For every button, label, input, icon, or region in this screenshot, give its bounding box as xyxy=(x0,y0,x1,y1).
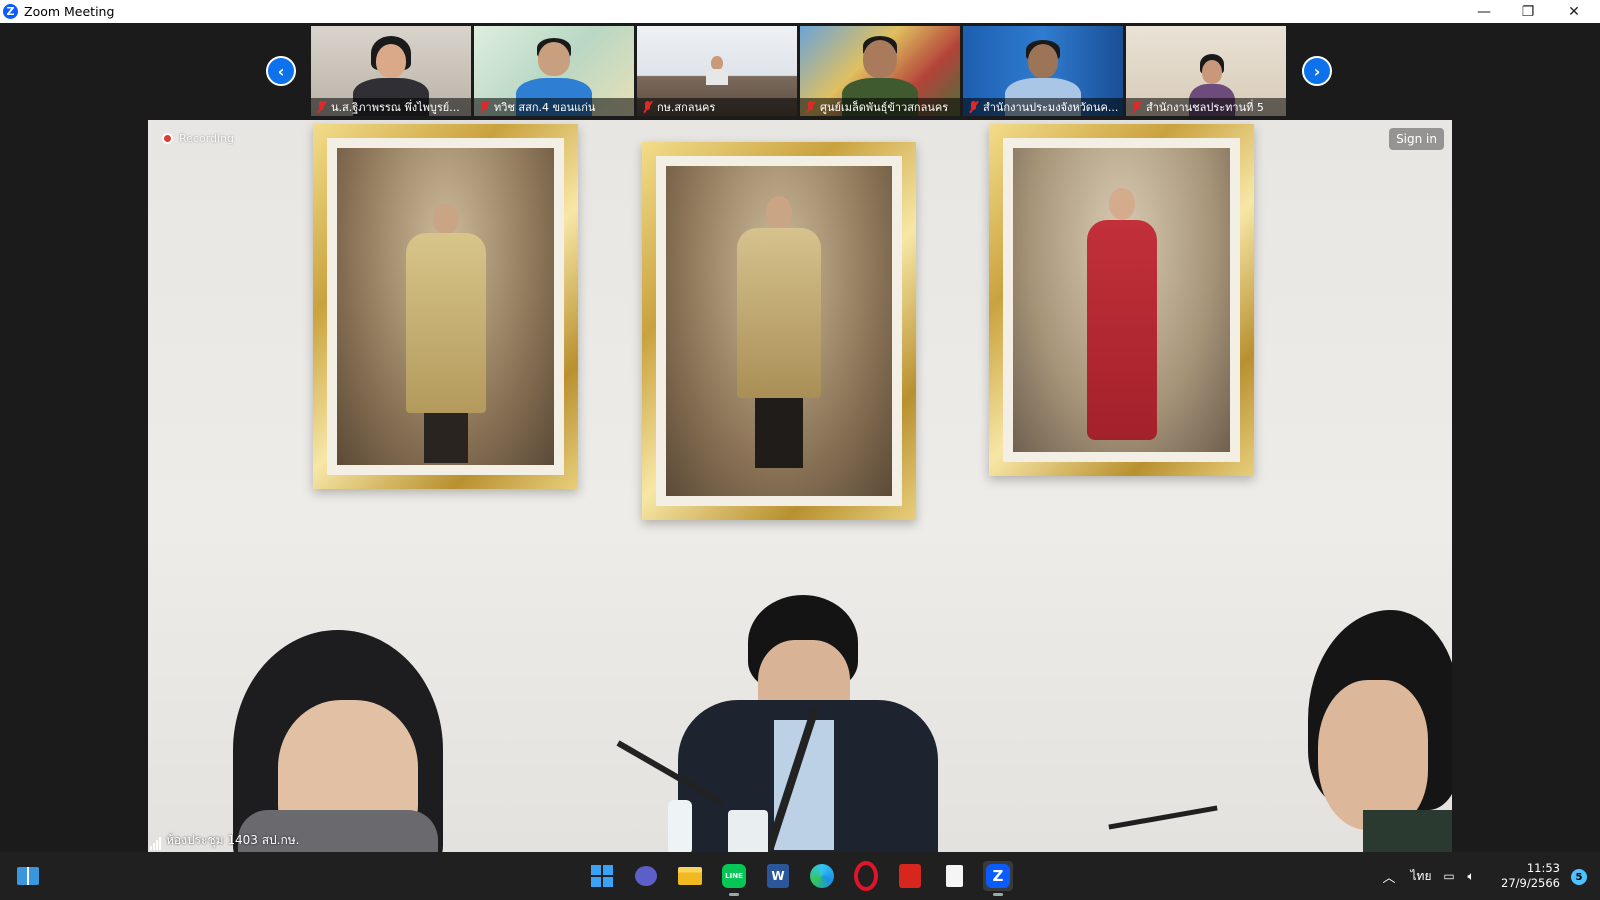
recording-dot-icon xyxy=(162,133,173,144)
participant-strip: น.ส.ฐิภาพรรณ พึ่งไพบูรย์... ทวิช สสก.4 ข… xyxy=(311,26,1286,116)
participant-tile[interactable]: กษ.สกลนคร xyxy=(637,26,797,116)
zoom-taskbar-icon[interactable]: Z xyxy=(983,861,1013,896)
participant-name-bar: ทวิช สสก.4 ขอนแก่น xyxy=(474,98,634,116)
participant-name-bar: น.ส.ฐิภาพรรณ พึ่งไพบูรย์... xyxy=(311,98,471,116)
participant-tile[interactable]: ศูนย์เมล็ดพันธุ์ข้าวสกลนคร xyxy=(800,26,960,116)
meeting-area: ‹ น.ส.ฐิภาพรรณ พึ่งไพบูรย์... ทวิช สสก.4… xyxy=(0,23,1600,852)
notepad-icon[interactable] xyxy=(939,861,969,891)
room-name: ห้องประชุม 1403 สป.กษ. xyxy=(166,833,300,847)
network-icon[interactable]: ▭ xyxy=(1438,869,1460,883)
water-bottle xyxy=(668,800,692,852)
participant-name-bar: กษ.สกลนคร xyxy=(637,98,797,116)
mic-muted-icon xyxy=(642,101,653,113)
participant-name-bar: ศูนย์เมล็ดพันธุ์ข้าวสกลนคร xyxy=(800,98,960,116)
participant-name: สำนักงานชลประทานที่ 5 xyxy=(1146,101,1264,114)
edge-icon[interactable] xyxy=(807,861,837,891)
participant-name: ทวิช สสก.4 ขอนแก่น xyxy=(494,101,596,114)
recording-indicator: Recording xyxy=(162,132,234,145)
participant-tile[interactable]: น.ส.ฐิภาพรรณ พึ่งไพบูรย์... xyxy=(311,26,471,116)
chevron-right-icon: › xyxy=(1313,61,1321,81)
participant-name: กษ.สกลนคร xyxy=(657,101,716,114)
opera-icon[interactable] xyxy=(851,861,881,891)
gallery-next-button[interactable]: › xyxy=(1302,56,1332,86)
close-button[interactable]: ✕ xyxy=(1552,0,1596,23)
volume-icon[interactable]: 🔈︎ xyxy=(1460,869,1482,884)
windows-taskbar: LINE W Z ︿ ไทย ▭ 🔈︎ 11:53 27/9/2566 5 xyxy=(0,852,1600,900)
participant-name-bar: สำนักงานประมงจังหวัดนค... xyxy=(963,98,1123,116)
participant-tile[interactable]: สำนักงานชลประทานที่ 5 xyxy=(1126,26,1286,116)
active-speaker-video: Recording Sign in ห้องประชุม 1403 สป.กษ. xyxy=(148,120,1452,852)
clock-date: 27/9/2566 xyxy=(1501,876,1560,890)
active-speaker-name: ห้องประชุม 1403 สป.กษ. xyxy=(150,831,299,850)
widgets-icon[interactable] xyxy=(13,861,43,891)
participant-name: ศูนย์เมล็ดพันธุ์ข้าวสกลนคร xyxy=(820,101,949,114)
sign-in-button[interactable]: Sign in xyxy=(1389,128,1444,150)
clock[interactable]: 11:53 27/9/2566 xyxy=(1501,861,1560,891)
portrait-frame-right xyxy=(989,124,1254,476)
language-indicator[interactable]: ไทย xyxy=(1404,867,1438,886)
signal-strength-icon xyxy=(150,837,161,850)
show-hidden-icons-chevron-icon[interactable]: ︿ xyxy=(1374,867,1404,886)
mic-muted-icon xyxy=(805,101,816,113)
portrait-frame-center xyxy=(642,142,916,520)
mic-muted-icon xyxy=(968,101,979,113)
window-title: Zoom Meeting xyxy=(24,4,115,19)
notification-badge[interactable]: 5 xyxy=(1571,869,1587,885)
participant-name: สำนักงานประมงจังหวัดนค... xyxy=(983,101,1119,114)
line-app-icon[interactable]: LINE xyxy=(719,861,749,896)
word-icon[interactable]: W xyxy=(763,861,793,891)
restore-button[interactable]: ❐ xyxy=(1506,0,1550,23)
participant-name-bar: สำนักงานชลประทานที่ 5 xyxy=(1126,98,1286,116)
mic-muted-icon xyxy=(1131,101,1142,113)
portrait-frame-left xyxy=(313,124,578,489)
file-explorer-icon[interactable] xyxy=(675,861,705,891)
mic-muted-icon xyxy=(479,101,490,113)
clock-time: 11:53 xyxy=(1526,861,1560,875)
participant-tile[interactable]: ทวิช สสก.4 ขอนแก่น xyxy=(474,26,634,116)
window-title-bar: Z Zoom Meeting — ❐ ✕ xyxy=(0,0,1600,23)
chevron-left-icon: ‹ xyxy=(277,61,285,81)
mic-muted-icon xyxy=(316,101,327,113)
minimize-button[interactable]: — xyxy=(1462,0,1506,23)
recording-label: Recording xyxy=(179,132,235,145)
acrobat-icon[interactable] xyxy=(895,861,925,891)
participant-name: น.ส.ฐิภาพรรณ พึ่งไพบูรย์... xyxy=(331,101,460,114)
system-tray: ︿ ไทย ▭ 🔈︎ xyxy=(1374,852,1482,900)
gallery-prev-button[interactable]: ‹ xyxy=(266,56,296,86)
start-button[interactable] xyxy=(587,861,617,891)
participant-tile[interactable]: สำนักงานประมงจังหวัดนค... xyxy=(963,26,1123,116)
zoom-app-icon: Z xyxy=(3,4,18,19)
teams-meet-icon[interactable] xyxy=(631,861,661,891)
